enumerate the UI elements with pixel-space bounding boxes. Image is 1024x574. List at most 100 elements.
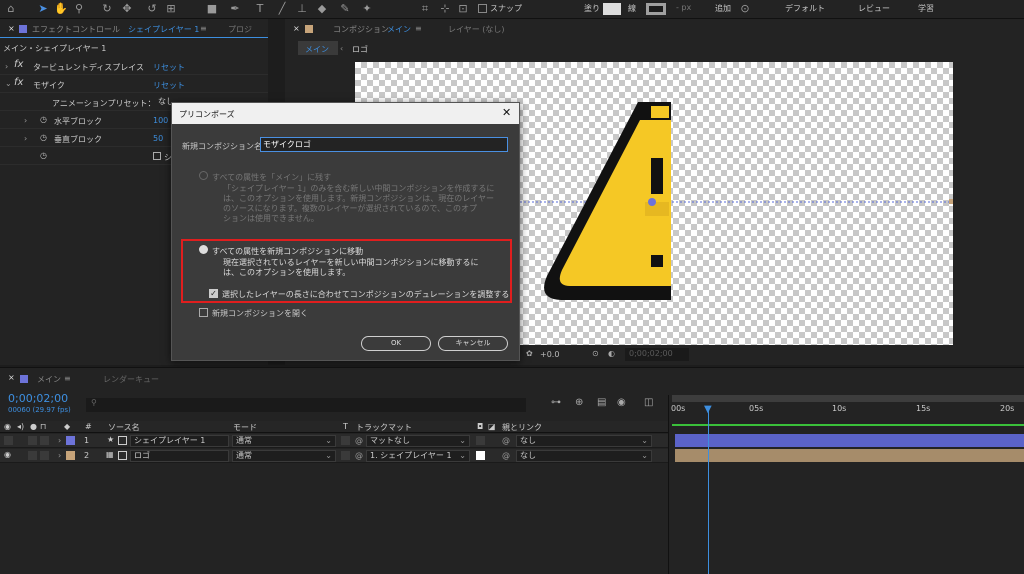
zoom-tool-icon[interactable]: ⚲ (72, 2, 86, 16)
lock-toggle[interactable] (40, 436, 49, 445)
layer-switch-box[interactable] (118, 436, 127, 445)
shape-tool-icon[interactable]: ■ (205, 2, 219, 16)
panel-menu-icon[interactable]: ≡ (64, 374, 71, 383)
draft-3d-icon[interactable]: ⊕ (575, 397, 583, 408)
world-axis-icon[interactable]: ⊹ (438, 2, 452, 16)
color-wheel-icon[interactable]: ✿ (526, 349, 533, 358)
ok-button[interactable]: OK (361, 336, 431, 351)
matte-toggle[interactable] (476, 436, 485, 445)
layer-name[interactable]: ロゴ (130, 450, 229, 462)
effect-row-turbulent[interactable]: › fx タービュレントディスプレイス リセット (0, 58, 268, 75)
cancel-button[interactable]: キャンセル (438, 336, 508, 351)
puppet-tool-icon[interactable]: ✦ (360, 2, 374, 16)
playhead-line[interactable] (708, 408, 709, 574)
pen-tool-icon[interactable]: ✒ (228, 2, 242, 16)
parent-dropdown[interactable]: なし ⌄ (516, 450, 652, 462)
brush-tool-icon[interactable]: ╱ (275, 2, 289, 16)
timeline-graph-area[interactable]: 00s 05s 10s 15s 20s ▼ (668, 395, 1024, 574)
layer-label-color[interactable] (66, 451, 75, 460)
effect-controls-tab-layer[interactable]: シェイプレイヤー 1 (128, 24, 199, 35)
layer-row-1[interactable]: › 1 ★ シェイプレイヤー 1 通常 ⌄ @ マットなし ⌄ @ なし ⌄ (0, 434, 668, 448)
view-axis-icon[interactable]: ⊡ (456, 2, 470, 16)
hand-tool-icon[interactable]: ✋ (54, 2, 68, 16)
expand-arrow-icon[interactable]: › (24, 116, 27, 125)
home-icon[interactable]: ⌂ (4, 2, 18, 16)
trackmatte-dropdown[interactable]: 1. シェイプレイヤー 1 ⌄ (366, 450, 470, 462)
motion-blur-icon[interactable]: ◉ (617, 397, 626, 408)
close-icon[interactable]: × (8, 373, 15, 382)
crumb-logo[interactable]: ロゴ (352, 44, 368, 55)
workspace-learn[interactable]: 学習 (918, 3, 934, 14)
stroke-swatch[interactable] (646, 3, 666, 15)
composition-tab-name[interactable]: メイン (387, 24, 411, 35)
path-handle[interactable] (949, 199, 953, 204)
playhead-icon[interactable]: ▼ (704, 404, 712, 415)
panel-menu-icon[interactable]: ≡ (200, 24, 207, 33)
show-snapshot-icon[interactable]: ◐ (608, 349, 615, 358)
layer-row-2[interactable]: ◉ › 2 ▦ ロゴ 通常 ⌄ @ 1. シェイプレイヤー 1 ⌄ @ なし ⌄ (0, 449, 668, 463)
eye-icon[interactable]: ◉ (4, 450, 11, 459)
fill-swatch[interactable] (603, 3, 621, 15)
timeline-tab[interactable]: メイン (37, 374, 61, 385)
radio-leave-attributes[interactable] (199, 171, 208, 180)
render-queue-tab[interactable]: レンダーキュー (103, 374, 159, 385)
type-tool-icon[interactable]: T (253, 2, 267, 16)
fx-icon[interactable]: fx (14, 77, 23, 88)
prop-value[interactable]: 100 (153, 116, 168, 125)
prop-value[interactable]: 50 (153, 134, 163, 143)
clone-stamp-tool-icon[interactable]: ⊥ (295, 2, 309, 16)
pickwhip-icon[interactable]: @ (502, 451, 510, 460)
preserve-transparency-toggle[interactable] (341, 436, 350, 445)
rotate-tool-icon[interactable]: ↺ (145, 2, 159, 16)
layer-label-color[interactable] (66, 436, 75, 445)
expand-arrow-icon[interactable]: › (24, 134, 27, 143)
project-tab[interactable]: プロジ (228, 24, 252, 35)
matte-toggle[interactable] (476, 451, 485, 460)
layer-bar-2[interactable] (675, 449, 1024, 462)
reset-link[interactable]: リセット (153, 62, 185, 73)
expand-arrow-icon[interactable]: › (58, 436, 61, 445)
trackmatte-dropdown[interactable]: マットなし ⌄ (366, 435, 470, 447)
graph-editor-icon[interactable]: ◫ (644, 397, 653, 408)
anchor-point[interactable] (648, 198, 656, 206)
exposure-value[interactable]: +0.0 (540, 350, 559, 359)
collapse-arrow-icon[interactable]: ⌄ (5, 79, 12, 88)
composition-tab[interactable]: コンポジション (333, 24, 389, 35)
add-dropdown-icon[interactable]: ⊙ (738, 2, 752, 16)
mode-dropdown[interactable]: 通常 ⌄ (232, 435, 336, 447)
effect-controls-tab[interactable]: エフェクトコントロール (32, 24, 120, 35)
pickwhip-icon[interactable]: @ (355, 451, 363, 460)
workspace-default[interactable]: デフォルト (785, 3, 825, 14)
panel-menu-icon[interactable]: ≡ (415, 24, 422, 33)
solo-toggle[interactable] (28, 451, 37, 460)
current-timecode[interactable]: 0;00;02;00 (8, 392, 68, 405)
pickwhip-icon[interactable]: @ (355, 436, 363, 445)
expand-arrow-icon[interactable]: › (58, 451, 61, 460)
move-tool-icon[interactable]: ✥ (120, 2, 134, 16)
parent-dropdown[interactable]: なし ⌄ (516, 435, 652, 447)
option-checkbox[interactable] (153, 152, 161, 160)
stroke-width-value[interactable]: - px (676, 3, 691, 12)
close-icon[interactable]: × (8, 24, 15, 33)
snapshot-icon[interactable]: ⊙ (592, 349, 599, 358)
radio-move-attributes[interactable] (199, 245, 208, 254)
reset-link[interactable]: リセット (153, 80, 185, 91)
stopwatch-icon[interactable]: ◷ (40, 133, 47, 142)
comp-timecode[interactable]: 0;00;02;00 (625, 348, 689, 361)
eraser-tool-icon[interactable]: ◆ (315, 2, 329, 16)
mode-dropdown[interactable]: 通常 ⌄ (232, 450, 336, 462)
workspace-review[interactable]: レビュー (858, 3, 890, 14)
layer-search-input[interactable]: ⚲ (86, 398, 526, 412)
layer-tab[interactable]: レイヤー (なし) (448, 24, 505, 35)
expand-arrow-icon[interactable]: › (5, 62, 8, 71)
local-axis-icon[interactable]: ⌗ (418, 2, 432, 16)
preserve-transparency-toggle[interactable] (341, 451, 350, 460)
selection-tool-icon[interactable]: ➤ (36, 2, 50, 16)
lock-toggle[interactable] (40, 451, 49, 460)
comp-name-input[interactable] (260, 137, 508, 152)
layer-bar-1[interactable] (675, 434, 1024, 447)
fx-icon[interactable]: fx (14, 59, 23, 70)
pan-behind-tool-icon[interactable]: ⊞ (164, 2, 178, 16)
open-comp-checkbox[interactable] (199, 308, 208, 317)
stopwatch-icon[interactable]: ◷ (40, 151, 47, 160)
